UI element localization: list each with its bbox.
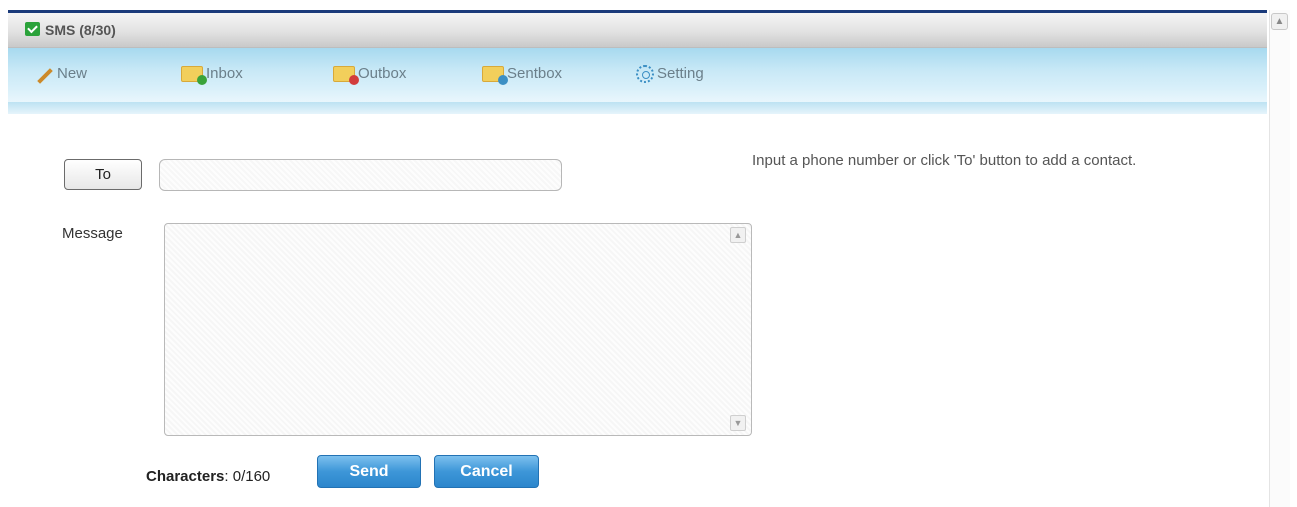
nav-new[interactable]: New [36, 65, 88, 84]
recipient-input[interactable] [159, 159, 562, 191]
message-scroll-up-icon[interactable]: ▲ [730, 227, 746, 243]
character-counter-value: : 0/160 [224, 468, 271, 485]
nav-outbox[interactable]: Outbox [333, 65, 407, 86]
outbox-folder-icon [333, 66, 359, 86]
recipient-hint: Input a phone number or click 'To' butto… [752, 152, 1137, 169]
title-bar: SMS (8/30) [8, 13, 1267, 48]
gear-icon [636, 65, 654, 84]
nav-inbox-label: Inbox [206, 65, 243, 82]
pencil-icon [37, 68, 53, 84]
scroll-up-icon[interactable]: ▲ [1271, 13, 1288, 30]
to-button[interactable]: To [64, 159, 142, 190]
page-scrollbar[interactable] [1269, 10, 1290, 507]
sentbox-folder-icon [482, 66, 508, 86]
message-label: Message [62, 225, 123, 242]
nav-outbox-label: Outbox [358, 65, 407, 82]
character-counter: Characters: 0/160 [146, 468, 270, 485]
send-button[interactable]: Send [317, 455, 421, 488]
nav-sentbox[interactable]: Sentbox [482, 65, 563, 86]
toolbar-bottom-stripe [8, 102, 1267, 114]
message-textarea[interactable] [164, 223, 752, 436]
message-scroll-down-icon[interactable]: ▼ [730, 415, 746, 431]
nav-setting[interactable]: Setting [636, 65, 704, 84]
toolbar: New Inbox Outbox Sentbox Setting [8, 48, 1267, 102]
inbox-folder-icon [181, 66, 207, 86]
page-title: SMS (8/30) [45, 22, 116, 38]
sms-app-icon [25, 22, 40, 36]
nav-new-label: New [57, 65, 88, 82]
cancel-button[interactable]: Cancel [434, 455, 539, 488]
nav-sentbox-label: Sentbox [507, 65, 563, 82]
character-counter-label: Characters [146, 468, 225, 485]
nav-setting-label: Setting [657, 65, 704, 82]
nav-inbox[interactable]: Inbox [181, 65, 243, 86]
